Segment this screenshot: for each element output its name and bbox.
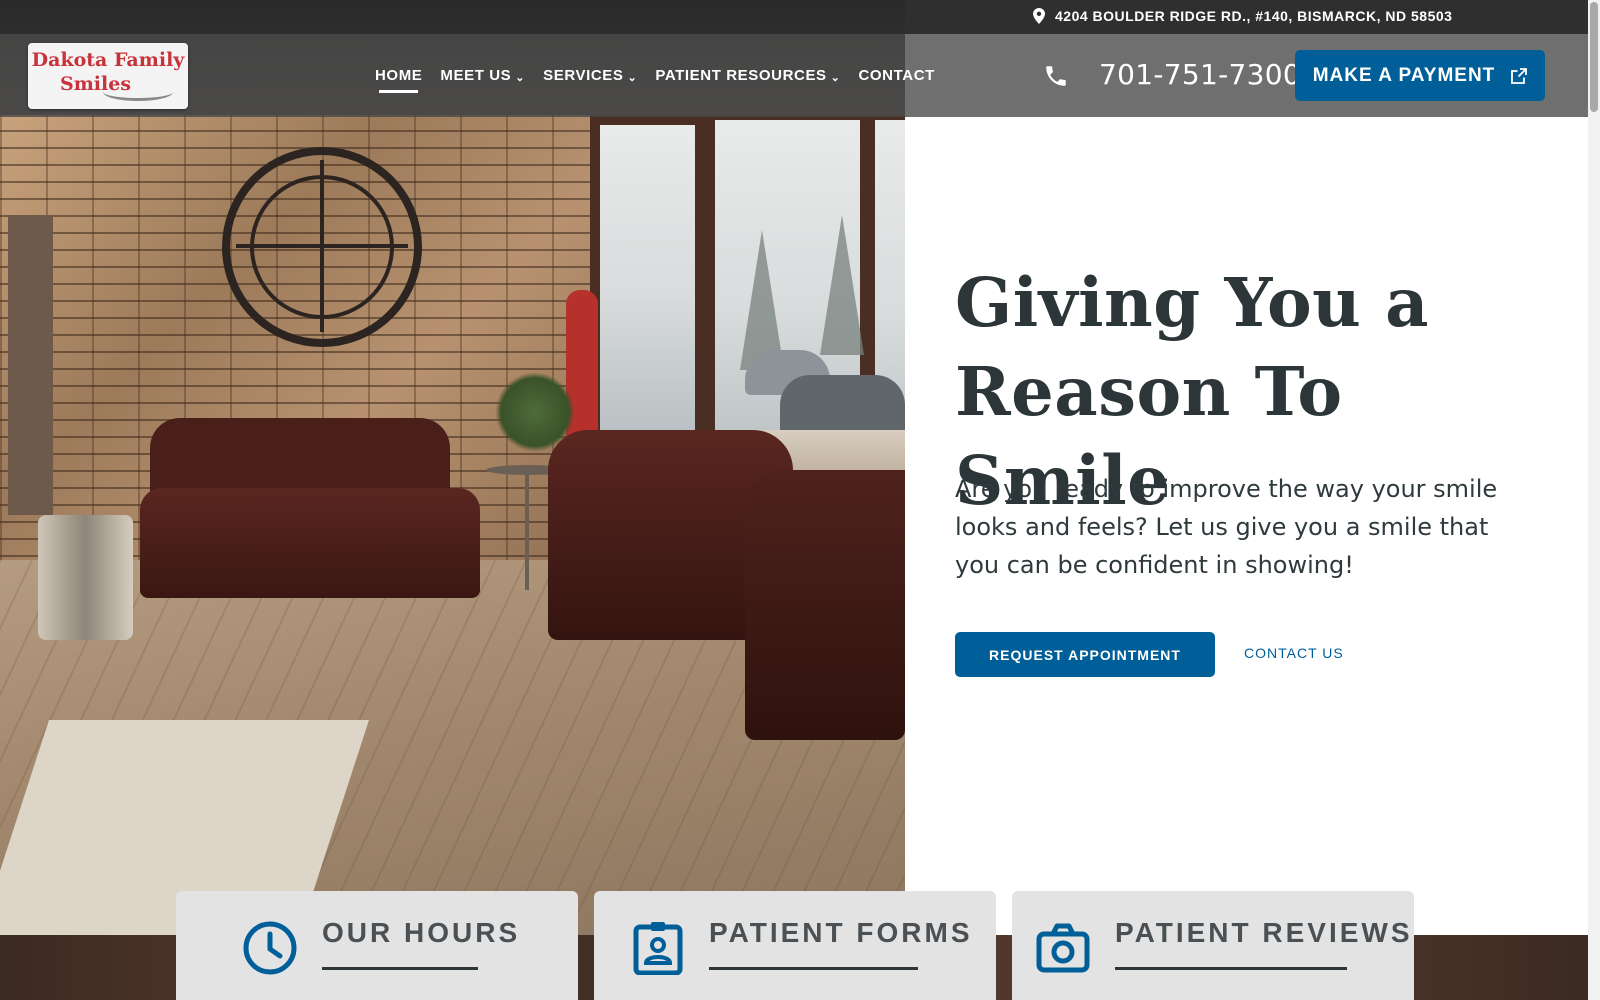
photo-sofa-back [150, 418, 450, 498]
id-badge-icon [633, 922, 683, 975]
photo-stump-table [38, 515, 133, 640]
nav-item-services[interactable]: SERVICES ⌄ [543, 66, 638, 85]
nav-item-contact[interactable]: CONTACT [858, 66, 934, 84]
camera-icon [1036, 923, 1090, 973]
contact-us-link[interactable]: CONTACT US [1244, 645, 1344, 661]
card-our-hours[interactable]: OUR HOURS [176, 891, 578, 1000]
address-text: 4204 BOULDER RIDGE RD., #140, BISMARCK, … [1055, 8, 1453, 24]
hero-subtext: Are you ready to improve the way your sm… [955, 475, 1498, 579]
request-appointment-button[interactable]: REQUEST APPOINTMENT [955, 632, 1215, 677]
card-underline [1115, 967, 1347, 970]
site-logo[interactable]: Dakota Family Smiles [28, 43, 188, 109]
map-pin-icon [1033, 8, 1045, 24]
top-bar-overlay [0, 0, 905, 34]
nav-item-label: CONTACT [858, 66, 935, 84]
photo-clock-spoke [236, 244, 408, 248]
card-underline [709, 967, 918, 970]
nav-item-label: SERVICES [543, 66, 624, 84]
hero-headline-line-1: Giving You a [955, 263, 1430, 342]
make-payment-button[interactable]: MAKE A PAYMENT [1295, 50, 1545, 101]
card-patient-reviews[interactable]: PATIENT REVIEWS [1012, 891, 1414, 1000]
photo-side-table-pole [525, 470, 529, 590]
main-nav: HOME MEET US ⌄ SERVICES ⌄ PATIENT RESOUR… [375, 66, 935, 93]
chevron-down-icon: ⌄ [830, 72, 841, 84]
scrollbar-thumb[interactable] [1590, 2, 1598, 112]
photo-sofa [140, 488, 480, 598]
chevron-down-icon: ⌄ [515, 72, 526, 84]
photo-welcome-sign [8, 215, 53, 515]
page: 4204 BOULDER RIDGE RD., #140, BISMARCK, … [0, 0, 1600, 1000]
chevron-down-icon: ⌄ [627, 72, 638, 84]
clock-icon [243, 921, 297, 975]
nav-item-meet-us[interactable]: MEET US ⌄ [440, 66, 526, 85]
phone-number-link[interactable]: 701-751-7300 [1099, 58, 1301, 91]
page-scrollbar[interactable] [1588, 0, 1600, 1000]
nav-item-home[interactable]: HOME [375, 66, 423, 93]
nav-item-label: PATIENT RESOURCES [655, 66, 827, 84]
photo-tree [740, 230, 784, 370]
card-title: OUR HOURS [322, 917, 521, 948]
nav-item-label: HOME [375, 66, 423, 84]
logo-line-1: Dakota Family [31, 49, 185, 71]
card-underline [322, 967, 478, 970]
nav-item-patient-resources[interactable]: PATIENT RESOURCES ⌄ [655, 66, 841, 85]
card-title: PATIENT REVIEWS [1115, 917, 1413, 948]
nav-item-label: MEET US [440, 66, 512, 84]
make-payment-label: MAKE A PAYMENT [1312, 64, 1496, 86]
address-link[interactable]: 4204 BOULDER RIDGE RD., #140, BISMARCK, … [1033, 8, 1452, 24]
logo-swoosh-icon [103, 83, 173, 101]
external-link-icon [1511, 67, 1528, 84]
photo-window-pane [600, 125, 695, 435]
photo-armchair [745, 470, 905, 740]
photo-tree [820, 215, 864, 355]
phone-icon [1046, 66, 1066, 86]
card-patient-forms[interactable]: PATIENT FORMS [594, 891, 996, 1000]
hero-photo [0, 0, 905, 935]
card-title: PATIENT FORMS [709, 917, 973, 948]
